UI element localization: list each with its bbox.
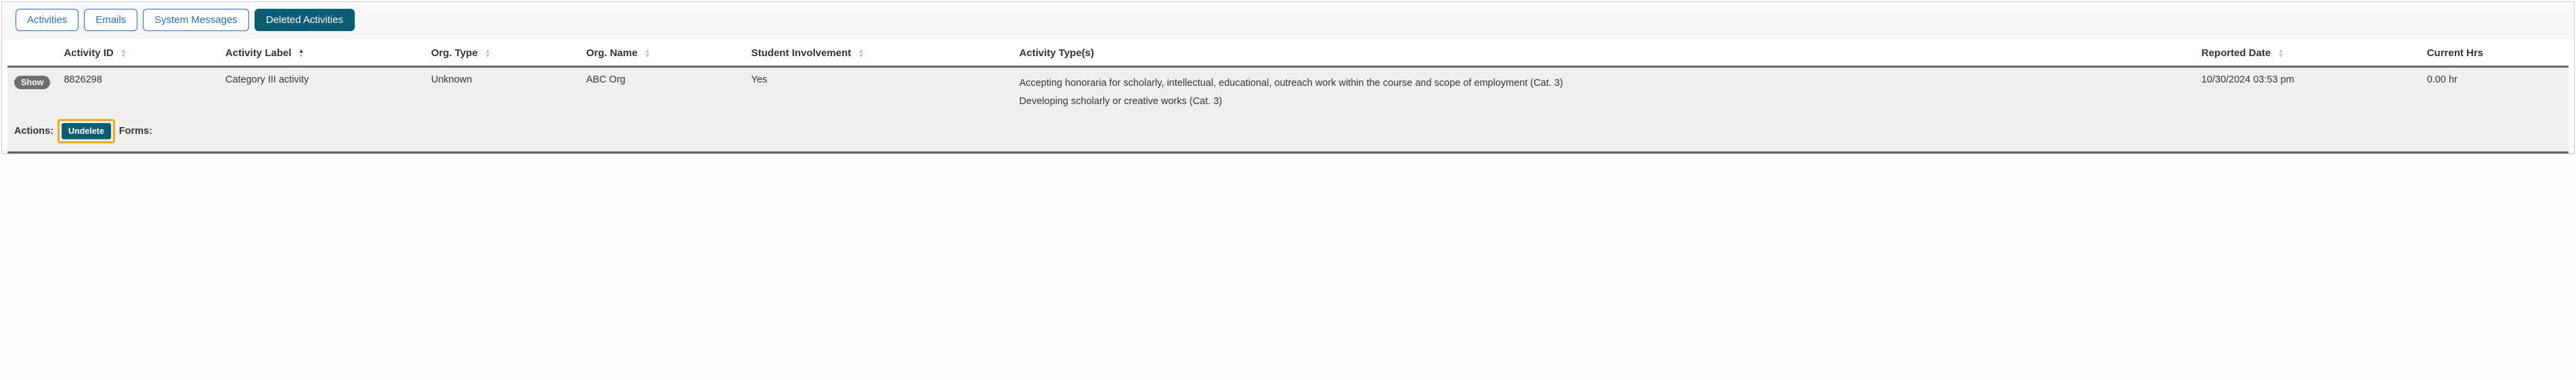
activity-type-line: Developing scholarly or creative works (… — [1019, 93, 2187, 111]
cell-current-hrs: 0.00 hr — [2420, 67, 2569, 115]
cell-activity-id: 8826298 — [57, 67, 219, 115]
column-org-type-label: Org. Type — [431, 47, 478, 59]
tab-activities[interactable]: Activities — [16, 9, 79, 31]
activity-type-line: Accepting honoraria for scholarly, intel… — [1019, 74, 2187, 93]
actions-row: Actions: Undelete Forms: — [7, 115, 2569, 153]
column-activity-id[interactable]: Activity ID ▲▼ — [57, 39, 219, 67]
column-reported-date[interactable]: Reported Date ▲▼ — [2195, 39, 2420, 67]
tab-system-messages[interactable]: System Messages — [143, 9, 249, 31]
column-activity-types: Activity Type(s) — [1012, 39, 2194, 67]
column-org-type[interactable]: Org. Type ▲▼ — [424, 39, 580, 67]
undelete-button[interactable]: Undelete — [62, 123, 111, 139]
deleted-activities-table: Activity ID ▲▼ Activity Label ▲▼ Org. Ty… — [7, 39, 2569, 153]
column-current-hrs: Current Hrs — [2420, 39, 2569, 67]
actions-label: Actions: — [14, 126, 53, 137]
show-button[interactable]: Show — [14, 76, 50, 89]
sort-icon: ▲▼ — [121, 49, 127, 58]
column-activity-id-label: Activity ID — [64, 47, 113, 59]
cell-reported-date: 10/30/2024 03:53 pm — [2195, 67, 2420, 115]
tabs-bar: Activities Emails System Messages Delete… — [2, 2, 2574, 39]
cell-activity-types: Accepting honoraria for scholarly, intel… — [1012, 67, 2194, 115]
tab-deleted-activities[interactable]: Deleted Activities — [255, 9, 355, 31]
sort-icon: ▲▼ — [858, 49, 864, 58]
column-activity-types-label: Activity Type(s) — [1019, 47, 1094, 59]
column-org-name-label: Org. Name — [586, 47, 638, 59]
sort-icon: ▲▼ — [2277, 49, 2284, 58]
column-show — [7, 39, 57, 67]
forms-label: Forms: — [119, 126, 152, 137]
tab-emails[interactable]: Emails — [84, 9, 137, 31]
cell-student-involvement: Yes — [745, 67, 1013, 115]
deleted-activities-panel: Activities Emails System Messages Delete… — [1, 1, 2575, 154]
sort-icon: ▲▼ — [485, 49, 491, 58]
cell-activity-label: Category III activity — [219, 67, 424, 115]
column-reported-date-label: Reported Date — [2202, 47, 2271, 59]
column-org-name[interactable]: Org. Name ▲▼ — [580, 39, 745, 67]
column-student-involvement-label: Student Involvement — [751, 47, 852, 59]
sort-icon: ▲▼ — [299, 49, 305, 58]
sort-icon: ▲▼ — [645, 49, 651, 58]
undelete-highlight: Undelete — [58, 119, 115, 143]
column-activity-label-label: Activity Label — [225, 47, 292, 59]
cell-org-type: Unknown — [424, 67, 580, 115]
table-row: Show 8826298 Category III activity Unkno… — [7, 67, 2569, 115]
column-student-involvement[interactable]: Student Involvement ▲▼ — [745, 39, 1013, 67]
column-current-hrs-label: Current Hrs — [2427, 47, 2483, 59]
column-activity-label[interactable]: Activity Label ▲▼ — [219, 39, 424, 67]
cell-org-name: ABC Org — [580, 67, 745, 115]
